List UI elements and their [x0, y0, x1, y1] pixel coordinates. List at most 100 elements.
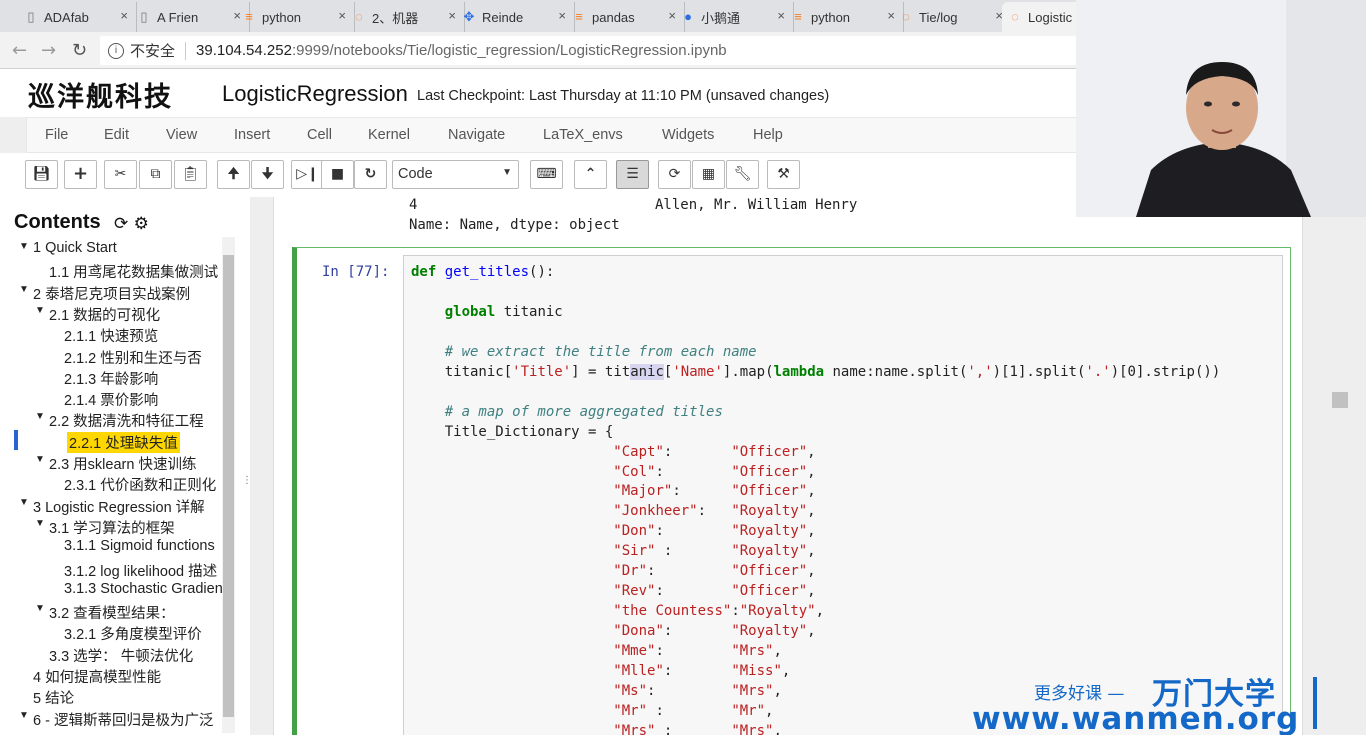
gavel-icon[interactable]: ⚒: [767, 160, 800, 189]
toc-item[interactable]: 2.2.1 处理缺失值: [67, 431, 180, 453]
close-icon[interactable]: ×: [338, 8, 346, 23]
toc-item[interactable]: 3.1.1 Sigmoid functions: [64, 538, 215, 554]
book-icon[interactable]: ▦: [692, 160, 725, 189]
code-token: :: [647, 682, 732, 699]
caret-down-icon[interactable]: ▼: [19, 710, 29, 721]
menu-kernel[interactable]: Kernel: [368, 127, 410, 143]
caret-down-icon[interactable]: ▼: [35, 603, 45, 614]
code-line: "Sir" : "Royalty",: [411, 541, 815, 561]
copy-icon[interactable]: ⧉: [139, 160, 172, 189]
notebook-header: 巡洋舰科技 LogisticRegression Last Checkpoint…: [0, 69, 1076, 117]
toc-item[interactable]: ▼ 6 - 逻辑斯蒂回归是极为广泛: [19, 709, 213, 730]
restart-icon[interactable]: ↻: [354, 160, 387, 189]
close-icon[interactable]: ×: [448, 8, 456, 23]
browser-tab[interactable]: ✥ Reinde ×: [456, 2, 575, 32]
toc-item[interactable]: 5 结论: [33, 687, 74, 708]
browser-tab[interactable]: ◌Logistic×: [1002, 2, 1076, 32]
list-icon[interactable]: ☰: [616, 160, 649, 189]
refresh-icon[interactable]: ⟳: [658, 160, 691, 189]
close-icon[interactable]: ×: [558, 8, 566, 23]
menu-view[interactable]: View: [166, 127, 197, 143]
toc-item[interactable]: 2.1.4 票价影响: [64, 389, 158, 410]
url-field[interactable]: i 不安全 39.104.54.252 :9999/notebooks/Tie/…: [100, 36, 1076, 65]
caret-down-icon[interactable]: ▼: [35, 518, 45, 529]
toc-item[interactable]: ▼ 2 泰塔尼克项目实战案例: [19, 283, 190, 304]
toc-item[interactable]: ▼ 3.2 查看模型结果：: [35, 602, 175, 623]
toc-item[interactable]: 2.1.1 快速预览: [64, 325, 158, 346]
wrench-icon[interactable]: 🔧︎: [726, 160, 759, 189]
browser-tab[interactable]: ≡ pandas ×: [566, 2, 685, 32]
toc-item[interactable]: 3.1.2 log likelihood 描述: [64, 560, 217, 581]
menu-insert[interactable]: Insert: [234, 127, 270, 143]
toc-item[interactable]: ▼ 2.3 用sklearn 快速训练: [35, 453, 196, 474]
toc-item[interactable]: ▼ 1 Quick Start: [19, 240, 117, 256]
insert-cell-icon[interactable]: +: [64, 160, 97, 189]
browser-tab[interactable]: ≡ python ×: [785, 2, 904, 32]
browser-tab[interactable]: ◌ Tie/log ×: [893, 2, 1012, 32]
browser-tab[interactable]: ● 小鹅通 ×: [675, 2, 794, 32]
caret-down-icon[interactable]: ▼: [35, 454, 45, 465]
browser-tab[interactable]: ▯ ADAfab ×: [18, 2, 137, 32]
code-token: :: [655, 523, 732, 540]
toc-item[interactable]: 2.1.2 性别和生还与否: [64, 347, 202, 368]
caret-down-icon[interactable]: ▼: [19, 497, 29, 508]
save-icon[interactable]: 💾︎: [25, 160, 58, 189]
code-token: ,: [807, 523, 816, 540]
caret-down-icon[interactable]: ▼: [19, 241, 29, 252]
forward-icon[interactable]: →: [41, 40, 56, 61]
refresh-icon[interactable]: ⟳: [114, 214, 128, 234]
toc-item[interactable]: ▼ 2.2 数据清洗和特征工程: [35, 410, 204, 431]
divider: [185, 41, 187, 60]
move-down-icon[interactable]: 🠋: [251, 160, 284, 189]
toc-item[interactable]: 2.1.3 年龄影响: [64, 368, 158, 389]
close-icon[interactable]: ×: [120, 8, 128, 23]
menu-file[interactable]: File: [45, 127, 68, 143]
code-token: ():: [529, 264, 555, 280]
run-icon[interactable]: ▷❙: [291, 160, 324, 189]
info-icon[interactable]: i: [108, 42, 124, 59]
toc-item[interactable]: 1.1 用鸢尾花数据集做测试: [49, 261, 218, 282]
caret-down-icon[interactable]: ▼: [35, 411, 45, 422]
toc-item-label: 3 Logistic Regression 详解: [33, 499, 205, 516]
toc-item[interactable]: 3.3 选学： 牛顿法优化: [49, 645, 193, 666]
code-line: "Ms": "Mrs",: [411, 681, 782, 701]
caret-down-icon[interactable]: ▼: [35, 305, 45, 316]
toc-sidebar: Contents ⟳ ⚙ ⋮ ▼ 1 Quick Start 1.1 用鸢尾花数据集…: [0, 197, 252, 735]
toc-scroll-thumb[interactable]: [223, 255, 234, 717]
cell-type-select[interactable]: Code ▼: [392, 160, 519, 189]
toc-item[interactable]: 2.3.1 代价函数和正则化: [64, 474, 216, 495]
site-logo[interactable]: 巡洋舰科技: [28, 75, 173, 114]
stop-icon[interactable]: ■: [321, 160, 354, 189]
toc-item[interactable]: 4 如何提高模型性能: [33, 666, 161, 687]
chevron-down-icon: ▼: [502, 167, 512, 178]
move-up-icon[interactable]: 🠉: [217, 160, 250, 189]
toc-item[interactable]: 3.1.3 Stochastic Gradient: [64, 581, 222, 597]
menu-edit[interactable]: Edit: [104, 127, 129, 143]
close-icon[interactable]: ×: [777, 8, 785, 23]
browser-tab[interactable]: ▯ A Frien ×: [131, 2, 250, 32]
page-scroll-thumb[interactable]: [1332, 392, 1348, 408]
menu-latex-envs[interactable]: LaTeX_envs: [543, 127, 623, 143]
browser-tab[interactable]: ≡ python ×: [236, 2, 355, 32]
gear-icon[interactable]: ⚙: [134, 214, 149, 234]
paste-icon[interactable]: 📋︎: [174, 160, 207, 189]
keyboard-icon[interactable]: ⌨: [530, 160, 563, 189]
toc-item[interactable]: ▼ 3 Logistic Regression 详解: [19, 496, 205, 517]
menu-navigate[interactable]: Navigate: [448, 127, 505, 143]
cut-icon[interactable]: ✂: [104, 160, 137, 189]
reload-icon[interactable]: ↻: [72, 40, 87, 61]
notebook-name[interactable]: LogisticRegression: [222, 81, 408, 107]
menu-help[interactable]: Help: [753, 127, 783, 143]
tab-label: Logistic: [1028, 9, 1073, 25]
toc-item[interactable]: ▼ 2.1 数据的可视化: [35, 304, 160, 325]
menu-widgets[interactable]: Widgets: [662, 127, 714, 143]
back-icon[interactable]: ←: [12, 40, 27, 61]
caret-down-icon[interactable]: ▼: [19, 284, 29, 295]
menu-cell[interactable]: Cell: [307, 127, 332, 143]
toc-item[interactable]: ▼ 3.1 学习算法的框架: [35, 517, 175, 538]
toc-item-label: 3.1 学习算法的框架: [49, 520, 175, 537]
collapse-up-icon[interactable]: ⌃: [574, 160, 607, 189]
toc-item[interactable]: 3.2.1 多角度模型评价: [64, 623, 202, 644]
resize-handle[interactable]: ⋮: [242, 475, 252, 486]
browser-tab[interactable]: ◌ 2、机器 ×: [346, 2, 465, 32]
